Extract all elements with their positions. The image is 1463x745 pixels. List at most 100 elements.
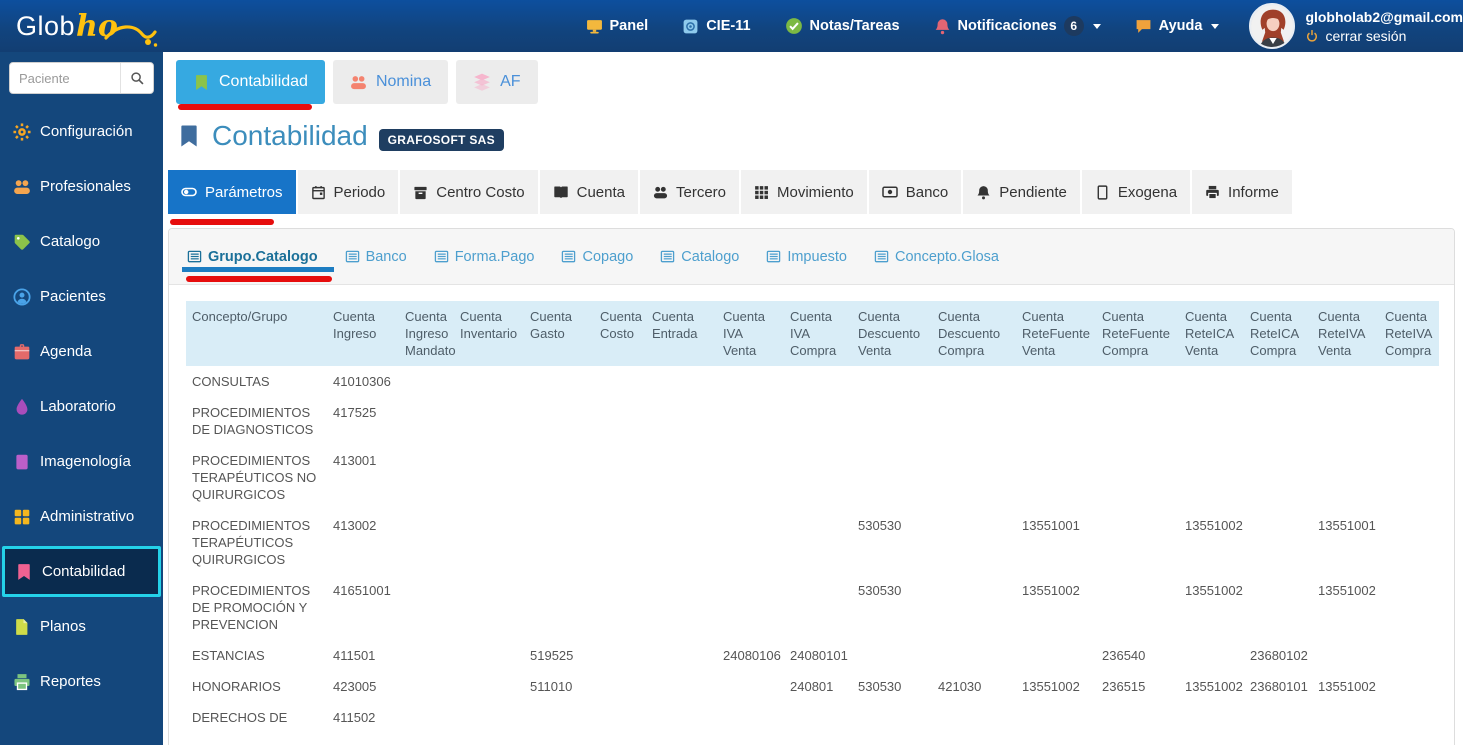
sidebar-item-catalogo[interactable]: Catalogo xyxy=(0,214,163,269)
account-cell xyxy=(784,510,852,575)
subtab-concepto-glosa[interactable]: Concepto.Glosa xyxy=(874,249,999,265)
table-row: DERECHOS DE 411502 xyxy=(186,702,1439,733)
tab-movimiento[interactable]: Movimiento xyxy=(741,170,867,214)
tab-tercero[interactable]: Tercero xyxy=(639,170,740,214)
chat-icon xyxy=(1135,18,1152,35)
chevron-down-icon xyxy=(1211,23,1220,29)
subtab-grupo-catalogo[interactable]: Grupo.Catalogo xyxy=(187,249,318,265)
subtab-catalogo[interactable]: Catalogo xyxy=(660,249,739,265)
search-input[interactable] xyxy=(10,63,120,93)
account-cell xyxy=(784,366,852,397)
concepto-cell: PROCEDIMIENTOS DE DIAGNOSTICOS xyxy=(192,405,314,437)
account-cell xyxy=(646,366,717,397)
company-badge: GRAFOSOFT SAS xyxy=(378,129,504,151)
bell-icon xyxy=(934,18,951,35)
app-logo[interactable]: Glob ho xyxy=(16,0,241,52)
account-cell xyxy=(932,445,1016,510)
tab-pendiente[interactable]: Pendiente xyxy=(963,170,1080,214)
account-cell xyxy=(399,366,454,397)
account-cell xyxy=(646,575,717,640)
account-cell: 24080106 xyxy=(723,648,781,663)
sidebar-item-imagenologia[interactable]: Imagenología xyxy=(0,434,163,489)
sidebar-item-agenda[interactable]: Agenda xyxy=(0,324,163,379)
module-tab-label: AF xyxy=(500,73,521,90)
account-cell xyxy=(646,510,717,575)
account-cell xyxy=(1244,445,1312,510)
subtab-impuesto[interactable]: Impuesto xyxy=(766,249,847,265)
account-cell: 13551002 xyxy=(1185,583,1243,598)
account-cell xyxy=(717,366,784,397)
subtab-label: Banco xyxy=(365,248,407,265)
account-cell xyxy=(524,445,594,510)
account-cell xyxy=(646,702,717,733)
account-cell xyxy=(524,575,594,640)
account-cell xyxy=(1016,366,1096,397)
account-cell xyxy=(717,671,784,702)
sidebar-item-reportes[interactable]: Reportes xyxy=(0,654,163,709)
sidebar-menu: Configuración Profesionales Catalogo Pac… xyxy=(0,104,163,709)
grid-icon xyxy=(13,508,31,526)
account-cell xyxy=(1312,640,1379,671)
account-cell: 519525 xyxy=(530,648,574,663)
sidebar-item-contabilidad[interactable]: Contabilidad xyxy=(2,546,161,597)
nav-item-ayuda[interactable]: Ayuda xyxy=(1135,18,1220,35)
printer-icon xyxy=(13,673,31,691)
subtab-banco[interactable]: Banco xyxy=(345,249,407,265)
account-cell xyxy=(784,397,852,445)
power-icon xyxy=(1305,29,1319,43)
account-cell xyxy=(1244,510,1312,575)
account-cell xyxy=(454,575,524,640)
nav-item-notas-tareas[interactable]: Notas/Tareas xyxy=(785,17,900,35)
sidebar-item-laboratorio[interactable]: Laboratorio xyxy=(0,379,163,434)
account-cell xyxy=(594,510,646,575)
avatar[interactable] xyxy=(1249,3,1296,49)
account-cell xyxy=(784,575,852,640)
film-square-icon xyxy=(13,453,31,471)
logout-button[interactable]: cerrar sesión xyxy=(1305,28,1463,44)
account-cell xyxy=(1244,702,1312,733)
tab-exogena[interactable]: Exogena xyxy=(1081,170,1191,214)
subtab-label: Copago xyxy=(582,248,634,265)
tab-parametros[interactable]: Parámetros xyxy=(168,170,296,214)
account-cell xyxy=(1312,366,1379,397)
user-block: globholab2@gmail.com cerrar sesión xyxy=(1249,3,1463,49)
tab-periodo[interactable]: Periodo xyxy=(297,170,399,214)
module-tab-nomina[interactable]: Nomina xyxy=(332,60,449,104)
account-cell xyxy=(1312,445,1379,510)
nav-item-label: CIE-11 xyxy=(706,18,751,34)
sidebar-item-administrativo[interactable]: Administrativo xyxy=(0,489,163,544)
account-cell: 236515 xyxy=(1102,679,1146,694)
logo-swoosh-icon xyxy=(104,22,158,53)
tab-cuenta[interactable]: Cuenta xyxy=(539,170,638,214)
account-cell xyxy=(399,640,454,671)
column-header: Cuenta Gasto xyxy=(524,301,594,366)
account-cell xyxy=(399,445,454,510)
account-cell xyxy=(852,397,932,445)
tab-informe[interactable]: Informe xyxy=(1192,170,1292,214)
sidebar-item-pacientes[interactable]: Pacientes xyxy=(0,269,163,324)
account-cell xyxy=(399,510,454,575)
tab-centro-costo[interactable]: Centro Costo xyxy=(400,170,538,214)
sidebar-item-label: Reportes xyxy=(40,673,101,690)
subtab-forma-pago[interactable]: Forma.Pago xyxy=(434,249,534,265)
search-button[interactable] xyxy=(120,63,153,93)
sidebar-item-planos[interactable]: Planos xyxy=(0,599,163,654)
subtab-copago[interactable]: Copago xyxy=(561,249,633,265)
concepto-cell: HONORARIOS xyxy=(192,679,281,694)
nav-item-notificaciones[interactable]: Notificaciones 6 xyxy=(934,16,1101,36)
column-header: Cuenta ReteIVA Compra xyxy=(1379,301,1439,366)
account-cell xyxy=(852,640,932,671)
module-tab-af[interactable]: AF xyxy=(456,60,538,104)
nav-item-cie11[interactable]: CIE-11 xyxy=(682,18,751,35)
main-content: Contabilidad Nomina AF Contabilidad GRAF… xyxy=(163,52,1463,745)
nav-item-panel[interactable]: Panel xyxy=(586,18,648,35)
cie-badge-icon xyxy=(682,18,699,35)
sidebar-item-configuracion[interactable]: Configuración xyxy=(0,104,163,159)
module-tab-contabilidad[interactable]: Contabilidad xyxy=(176,60,325,104)
tab-label: Banco xyxy=(905,183,949,201)
account-cell xyxy=(1244,575,1312,640)
tab-banco[interactable]: Banco xyxy=(868,170,962,214)
sidebar-item-profesionales[interactable]: Profesionales xyxy=(0,159,163,214)
grid-icon xyxy=(754,185,769,200)
sidebar-item-label: Catalogo xyxy=(40,233,101,250)
